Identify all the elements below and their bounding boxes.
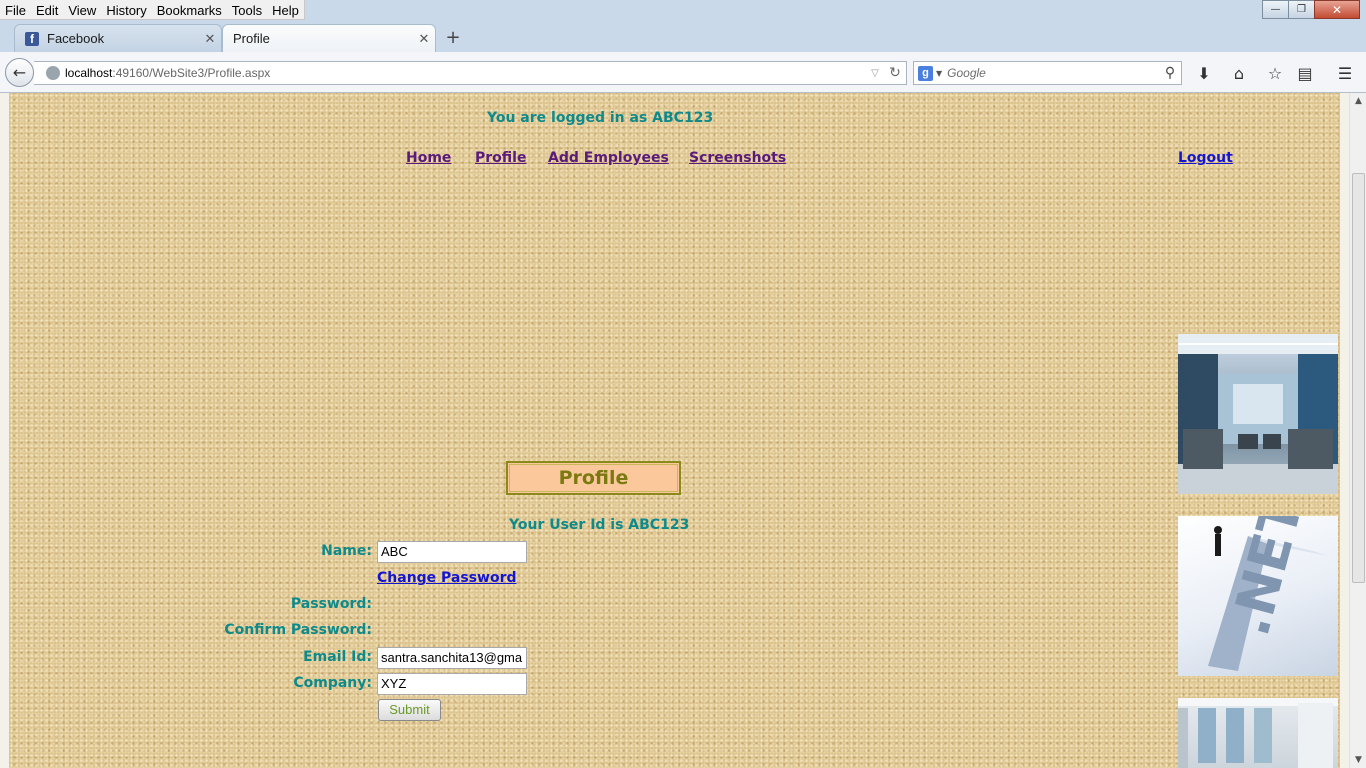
close-tab-icon[interactable]: ✕	[199, 31, 221, 47]
email-label: Email Id:	[303, 649, 372, 665]
url-host: localhost	[65, 66, 113, 80]
dotnet-image: .NET	[1178, 516, 1338, 676]
reload-icon[interactable]: ↻	[884, 65, 906, 81]
tab-label: Facebook	[47, 31, 105, 46]
menu-file[interactable]: File	[0, 0, 31, 19]
navigation-toolbar: ← localhost:49160/WebSite3/Profile.aspx …	[0, 52, 1366, 93]
menu-tools[interactable]: Tools	[227, 0, 267, 19]
menu-bar: File Edit View History Bookmarks Tools H…	[0, 0, 1366, 22]
search-bar[interactable]: g ▼ Google ⚲	[913, 61, 1182, 85]
company-input[interactable]: XYZ	[377, 673, 527, 695]
bookmark-star-icon[interactable]: ☆	[1265, 64, 1285, 84]
change-password-link[interactable]: Change Password	[377, 570, 517, 586]
tab-profile[interactable]: Profile ✕	[222, 24, 436, 52]
profile-heading: Profile	[506, 461, 681, 495]
menu-edit[interactable]: Edit	[31, 0, 63, 19]
close-tab-icon[interactable]: ✕	[413, 31, 435, 47]
facebook-icon: f	[25, 31, 39, 46]
history-dropdown-icon[interactable]: ▽	[866, 68, 884, 79]
scroll-thumb[interactable]	[1352, 173, 1365, 583]
url-path: :49160/WebSite3/Profile.aspx	[112, 66, 271, 80]
nav-screenshots-link[interactable]: Screenshots	[689, 150, 786, 166]
submit-button[interactable]: Submit	[378, 699, 441, 721]
room-illustration	[1178, 698, 1338, 768]
close-window-icon[interactable]: ✕	[1314, 0, 1360, 19]
hamburger-menu-icon[interactable]: ☰	[1335, 64, 1355, 84]
new-tab-icon[interactable]: +	[442, 28, 464, 48]
menu-strip: File Edit View History Bookmarks Tools H…	[0, 0, 305, 20]
menu-history[interactable]: History	[101, 0, 151, 19]
search-icon[interactable]: ⚲	[1159, 65, 1181, 81]
nav-home-link[interactable]: Home	[406, 150, 451, 166]
password-label: Password:	[290, 596, 372, 612]
minimize-icon[interactable]: —	[1262, 0, 1289, 19]
logout-link[interactable]: Logout	[1178, 150, 1233, 166]
bookmarks-list-icon[interactable]: ▤	[1295, 64, 1315, 84]
address-bar[interactable]: localhost:49160/WebSite3/Profile.aspx ▽ …	[34, 61, 907, 85]
tab-facebook[interactable]: f Facebook ✕	[14, 24, 222, 52]
globe-icon	[46, 66, 60, 80]
url-text: localhost:49160/WebSite3/Profile.aspx	[65, 66, 866, 80]
name-label: Name:	[321, 543, 372, 559]
name-input[interactable]: ABC	[377, 541, 527, 563]
tab-bar: f Facebook ✕ Profile ✕ +	[0, 22, 1366, 52]
tab-label: Profile	[233, 31, 270, 46]
dotnet-illustration: .NET	[1208, 516, 1328, 671]
confirm-password-label: Confirm Password:	[224, 622, 372, 638]
maximize-icon[interactable]: ❐	[1288, 0, 1315, 19]
scroll-up-icon[interactable]: ▲	[1350, 93, 1366, 109]
office-illustration	[1178, 334, 1338, 494]
search-engine-dropdown-icon[interactable]: ▼	[936, 69, 942, 78]
room-image	[1178, 698, 1338, 768]
user-id-text: Your User Id is ABC123	[509, 517, 690, 533]
window-controls: — ❐ ✕	[1262, 0, 1360, 19]
back-arrow-icon[interactable]: ←	[5, 58, 34, 87]
office-image	[1178, 334, 1338, 494]
google-icon[interactable]: g	[918, 65, 933, 81]
menu-help[interactable]: Help	[267, 0, 304, 19]
page-viewport: You are logged in as ABC123 Home Profile…	[0, 93, 1366, 768]
logged-in-message: You are logged in as ABC123	[487, 110, 714, 126]
email-input[interactable]: santra.sanchita13@gma	[377, 647, 527, 669]
vertical-scrollbar[interactable]: ▲ ▼	[1349, 93, 1366, 768]
nav-add-employees-link[interactable]: Add Employees	[548, 150, 669, 166]
scroll-down-icon[interactable]: ▼	[1350, 752, 1366, 768]
home-icon[interactable]: ⌂	[1229, 64, 1249, 84]
page-background: You are logged in as ABC123 Home Profile…	[9, 93, 1340, 768]
nav-profile-link[interactable]: Profile	[475, 150, 526, 166]
menu-bookmarks[interactable]: Bookmarks	[152, 0, 227, 19]
menu-view[interactable]: View	[63, 0, 101, 19]
search-placeholder: Google	[947, 66, 986, 80]
download-icon[interactable]: ⬇	[1194, 64, 1214, 84]
net-logo-text: .NET	[1218, 516, 1315, 642]
company-label: Company:	[293, 675, 372, 691]
